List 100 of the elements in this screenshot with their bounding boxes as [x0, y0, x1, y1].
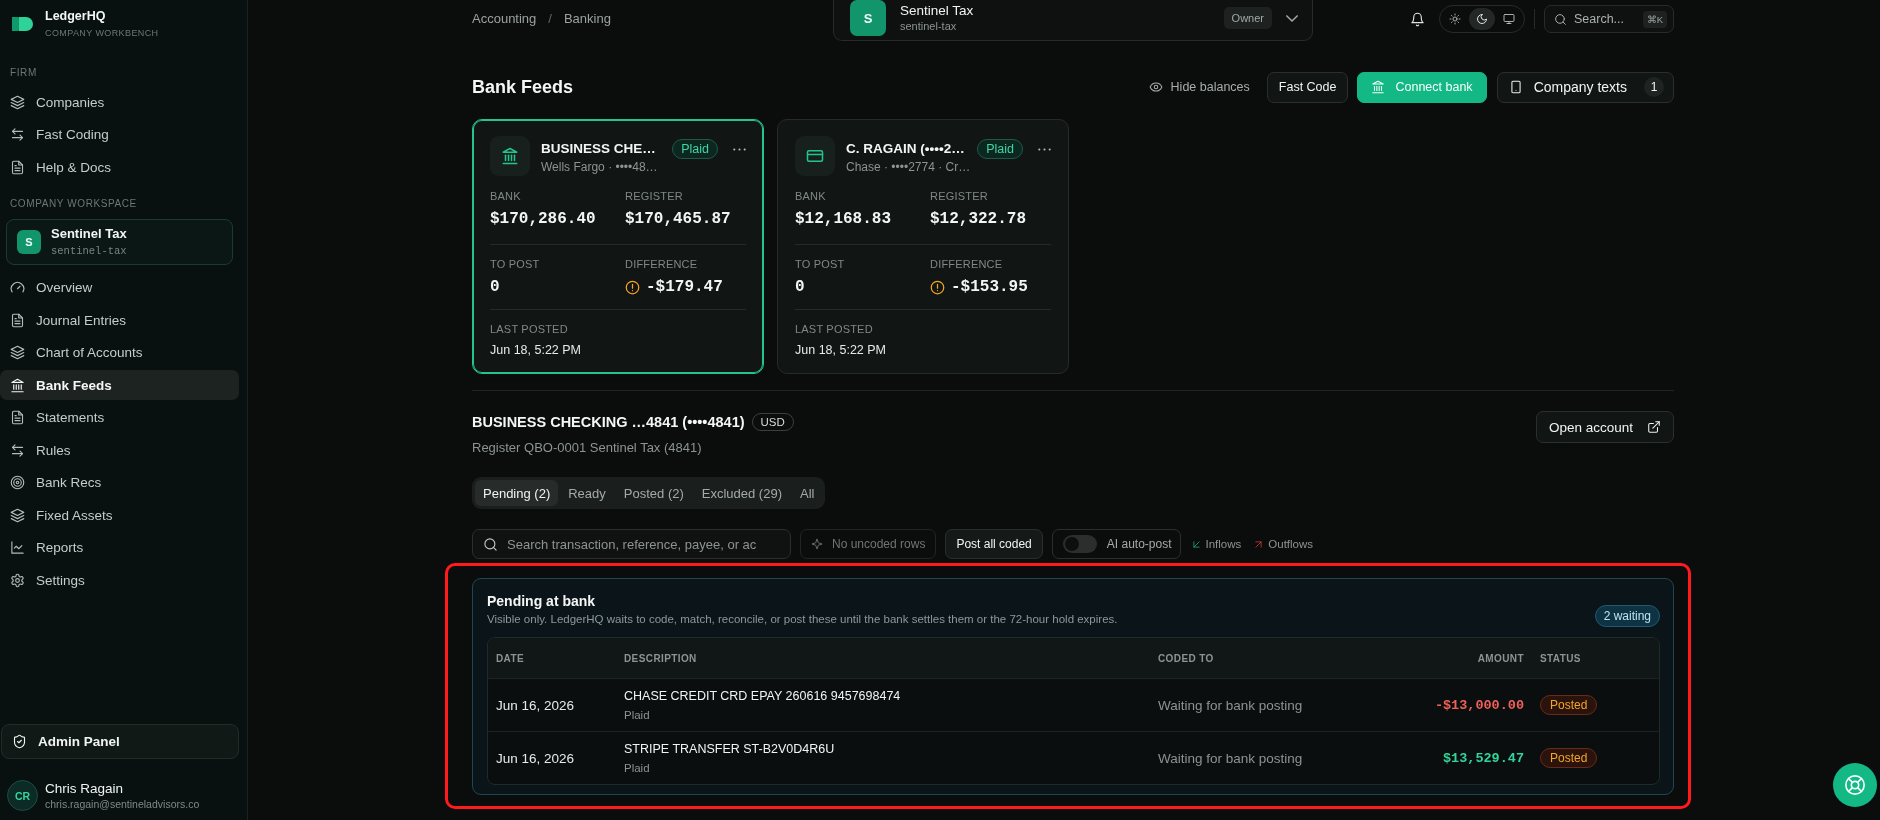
toggle-switch[interactable]	[1062, 535, 1097, 553]
user-email: chris.ragain@sentineladvisors.co	[45, 797, 200, 811]
stat-label: TO POST	[795, 257, 846, 271]
stat-label: DIFFERENCE	[625, 257, 699, 271]
shortcut-key: ⌘K	[1642, 10, 1667, 28]
open-account-button[interactable]: Open account	[1535, 411, 1674, 443]
column-header: DATE	[495, 652, 526, 664]
admin-panel-button[interactable]: Admin Panel	[1, 724, 239, 759]
layers-icon	[10, 507, 25, 523]
account-name: BUSINESS CHE…	[541, 141, 657, 157]
account-title: BUSINESS CHECKING …4841 (••••4841)	[472, 414, 745, 430]
company-card[interactable]: S Sentinel Tax sentinel-tax	[6, 218, 233, 265]
outflows-filter[interactable]: Outflows	[1252, 538, 1316, 550]
nav-item[interactable]: Settings	[0, 565, 239, 595]
arrows-icon	[10, 127, 25, 142]
stat-label: BANK	[795, 189, 827, 203]
auto-post-control[interactable]: AI auto-post	[1051, 529, 1181, 559]
breadcrumb-link[interactable]: Accounting	[472, 10, 537, 26]
source-badge: Plaid	[672, 139, 718, 159]
search-button[interactable]: Search... ⌘K	[1544, 5, 1674, 33]
bank-icon	[490, 136, 530, 176]
column-header: DESCRIPTION	[623, 652, 698, 664]
eye-icon	[1148, 80, 1163, 94]
status-badge: Posted	[1540, 695, 1598, 715]
target-icon	[10, 475, 25, 490]
company-avatar: S	[17, 229, 41, 254]
account-card[interactable]: BUSINESS CHE… Wells Fargo · ••••48… Plaid BANK REGISTER $170,286.40 $170,465.87 TO POST DIFFERENCE 0 -$179.47 LAST POSTED Jun 18, 5:22 PM	[472, 119, 764, 374]
gauge-icon	[10, 280, 25, 295]
stat-label: LAST POSTED	[490, 322, 569, 336]
inflows-filter[interactable]: Inflows	[1189, 538, 1244, 550]
column-header: STATUS	[1539, 652, 1582, 664]
search-icon	[1554, 12, 1567, 26]
external-link-icon	[1647, 420, 1661, 434]
line-chart-icon	[10, 540, 25, 555]
nav-item[interactable]: Bank Recs	[0, 467, 239, 498]
nav-item[interactable]: Companies	[0, 87, 239, 117]
nav-item[interactable]: Overview	[0, 272, 239, 303]
breadcrumb-separator: /	[548, 10, 552, 26]
arrows-icon	[10, 442, 25, 458]
column-header: AMOUNT	[1477, 652, 1525, 664]
lifebuoy-icon	[1844, 774, 1866, 796]
tab[interactable]: Excluded (29)	[693, 480, 790, 506]
brand-name: LedgerHQ	[45, 9, 107, 24]
nav-item[interactable]: Journal Entries	[0, 305, 239, 335]
stat-label: REGISTER	[930, 189, 989, 203]
transaction-source: Plaid	[624, 760, 651, 775]
sparkle-icon	[811, 538, 823, 550]
stat-label: BANK	[490, 189, 522, 203]
transaction-description: STRIPE TRANSFER ST-B2V0D4R6U	[624, 741, 836, 757]
notifications-button[interactable]	[1410, 11, 1425, 27]
nav-item[interactable]: Fast Coding	[0, 119, 239, 150]
account-meta: Wells Fargo · ••••48…	[541, 160, 659, 175]
help-button[interactable]	[1833, 763, 1877, 807]
account-meta: Chase · ••••2774 · Cr…	[846, 160, 967, 175]
tab[interactable]: Pending (2)	[475, 480, 559, 506]
search-field[interactable]: Search transaction, reference, payee, or ac	[472, 529, 791, 559]
theme-option[interactable]	[1469, 8, 1495, 30]
monitor-icon	[1503, 13, 1515, 25]
stat-value: $12,322.78	[930, 209, 1026, 229]
arrow-up-right-icon	[1254, 539, 1264, 549]
nav-item[interactable]: Reports	[0, 532, 239, 563]
transaction-source: Plaid	[624, 707, 651, 722]
company-name: Sentinel Tax	[900, 3, 975, 19]
fast-code-button[interactable]: Fast Code	[1266, 71, 1349, 103]
layers-icon	[10, 94, 25, 110]
account-card[interactable]: C. RAGAIN (••••2… Chase · ••••2774 · Cr… Plaid BANK REGISTER $12,168.83 $12,322.78 TO POST DIFFERENCE 0 -$153.95 LAST POSTED Jun 18, 5:22 PM	[777, 119, 1069, 374]
bank-icon	[1371, 80, 1386, 94]
company-slug: sentinel-tax	[51, 243, 127, 258]
tab[interactable]: Ready	[560, 480, 614, 506]
stat-label: LAST POSTED	[795, 322, 874, 336]
nav-item[interactable]: Help & Docs	[0, 152, 239, 182]
arrow-down-left-icon	[1191, 539, 1201, 549]
nav-item[interactable]: Chart of Accounts	[0, 337, 239, 368]
dropdown-button[interactable]	[1286, 14, 1298, 22]
account-subtitle: Register QBO-0001 Sentinel Tax (4841)	[472, 439, 703, 457]
date-cell-text: Jun 16, 2026	[495, 697, 576, 713]
source-badge: Plaid	[977, 139, 1023, 159]
count-badge: 1	[1644, 77, 1664, 97]
stat-label: TO POST	[490, 257, 541, 271]
page-title: Bank Feeds	[472, 76, 574, 98]
nav-item[interactable]: Statements	[0, 402, 239, 433]
company-texts-button[interactable]: Company texts 1	[1496, 71, 1674, 103]
company-slug: sentinel-tax	[900, 20, 958, 33]
panel-title: Pending at bank	[487, 592, 597, 610]
logo-icon	[12, 17, 33, 31]
nav-item[interactable]: Fixed Assets	[0, 500, 239, 530]
panel-description: Visible only. LedgerHQ waits to code, match, reconcile, or post these until the bank settles them or the 72-hour hold expires.	[487, 612, 1118, 627]
column-header: CODED TO	[1157, 652, 1215, 664]
nav-item[interactable]: Bank Feeds	[0, 370, 239, 400]
document-icon	[10, 410, 25, 425]
tab[interactable]: Posted (2)	[615, 480, 692, 506]
hide-balances-button[interactable]: Hide balances	[1148, 80, 1250, 94]
document-icon	[10, 312, 25, 328]
nav-item[interactable]: Rules	[0, 435, 239, 465]
date-cell-text: Jun 16, 2026	[495, 750, 576, 766]
gear-icon	[10, 572, 25, 588]
post-all-coded-button[interactable]: Post all coded	[945, 529, 1043, 559]
company-switcher[interactable]: S Sentinel Tax sentinel-tax Owner	[833, 0, 1313, 41]
tab[interactable]: All	[792, 480, 823, 506]
breadcrumb-link[interactable]: Banking	[563, 10, 611, 26]
